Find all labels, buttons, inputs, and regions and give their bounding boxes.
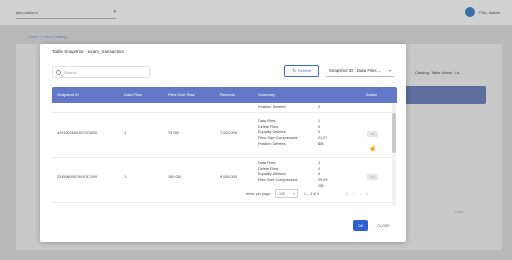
search-input[interactable]: [64, 68, 148, 77]
summary-value: 0: [318, 141, 321, 146]
last-page-icon[interactable]: ›|: [366, 191, 368, 196]
summary-label: Files Size Compressed:: [258, 178, 299, 183]
top-bar: tpla platform ▾ TNA, Admin: [0, 0, 512, 26]
snapshot-select-value: Snapshot ID , Data Files ...: [329, 68, 382, 73]
scrollbar-thumb[interactable]: [392, 113, 396, 153]
platform-selector[interactable]: tpla platform ▾: [16, 8, 116, 19]
summary-label: Data Files:: [258, 161, 277, 165]
page-range: 1 – 3 of 3: [304, 192, 319, 196]
close-button[interactable]: CLOSE: [373, 220, 394, 231]
table-snapshot-dialog: Table Snapshot - exam_transaction ↻ Refr…: [40, 44, 406, 242]
table-header: Snapshot ID Data Files Files Size Raw Re…: [52, 87, 397, 103]
page-size-value: 100: [279, 192, 285, 196]
row-action-button[interactable]: OK: [367, 131, 378, 137]
summary-label: Equality Deletes:: [258, 130, 287, 135]
column-header-action[interactable]: Action: [366, 92, 377, 97]
column-header-summary[interactable]: Summary: [258, 92, 275, 97]
refresh-button[interactable]: ↻ Refresh: [284, 65, 319, 77]
summary-label: Delete Files:: [258, 124, 280, 129]
table-body: Position Deletes: 0 4291902809157073000 …: [52, 103, 397, 205]
cell-files-size-raw: 100 GB: [168, 175, 181, 179]
summary-value: 29.29 GB: [318, 178, 328, 188]
user-name: TNA, Admin: [478, 9, 500, 15]
cell-files-size-raw: 75 GB: [168, 131, 179, 135]
table-row: 2245960007491017000 1 100 GB 9,005,000 D…: [52, 158, 392, 203]
snapshot-column-select[interactable]: Snapshot ID , Data Files ... ▾: [326, 65, 394, 77]
cell-snapshot-id: 2245960007491017000: [57, 175, 98, 179]
refresh-icon: ↻: [292, 67, 297, 74]
dialog-title: Table Snapshot - exam_transaction: [52, 49, 125, 54]
summary-label: Position Deletes:: [258, 141, 287, 146]
chevron-down-icon: ▾: [388, 68, 391, 73]
column-header-files-size-raw[interactable]: Files Size Raw: [168, 92, 194, 97]
next-page-icon[interactable]: ›: [360, 191, 361, 196]
items-per-page-label: Items per page:: [246, 192, 271, 196]
page-navigation: |‹ ‹ › ›|: [346, 191, 368, 196]
table-row: 4291902809157073000 1 75 GB 7,003,000 Da…: [52, 113, 392, 158]
summary-label: Files Size Compressed:: [258, 136, 299, 141]
chevron-down-icon: ▾: [293, 192, 295, 196]
previous-page-icon[interactable]: ‹: [353, 191, 354, 196]
table-scrollbar[interactable]: [392, 103, 396, 205]
background-filter[interactable]: Catalog, Table Name, La...: [415, 70, 462, 75]
page-size-select[interactable]: 100 ▾: [275, 189, 298, 198]
background-pagination: 1 of 1: [455, 210, 464, 214]
user-menu[interactable]: TNA, Admin: [464, 7, 500, 17]
table-row: Position Deletes: 0: [52, 103, 392, 113]
column-header-snapshot-id[interactable]: Snapshot ID: [57, 92, 79, 97]
cell-snapshot-id: 4291902809157073000: [57, 131, 98, 135]
summary-line: Position Deletes: 0: [258, 141, 320, 148]
cell-data-files: 1: [124, 175, 127, 179]
mouse-pointer-icon: ☝: [369, 146, 377, 152]
row-action-button[interactable]: OK: [367, 174, 378, 180]
cell-records: 9,005,000: [220, 175, 237, 179]
summary-label: Position Deletes:: [258, 105, 287, 109]
breadcrumb[interactable]: Home > Data Catalog: [28, 34, 67, 39]
summary-value: 0: [318, 105, 321, 109]
summary-label: Data Files:: [258, 119, 277, 123]
column-header-records[interactable]: Records: [220, 92, 235, 97]
refresh-label: Refresh: [298, 69, 311, 73]
summary-line: Position Deletes: 0: [258, 105, 320, 111]
column-header-data-files[interactable]: Data Files: [124, 92, 142, 97]
avatar: [464, 7, 475, 17]
platform-selector-label: tpla platform: [16, 10, 39, 15]
summary-label: Equality Deletes:: [258, 172, 287, 177]
cell-data-files: 1: [124, 131, 127, 135]
summary-label: Delete Files:: [258, 166, 280, 171]
chevron-down-icon: ▾: [113, 9, 116, 15]
search-field[interactable]: [52, 66, 150, 78]
summary-line: Files Size Compressed: 29.29 GB: [258, 178, 328, 188]
search-icon: [56, 70, 61, 75]
cell-records: 7,003,000: [220, 131, 237, 135]
first-page-icon[interactable]: |‹: [346, 191, 348, 196]
ok-button[interactable]: OK: [353, 220, 368, 231]
